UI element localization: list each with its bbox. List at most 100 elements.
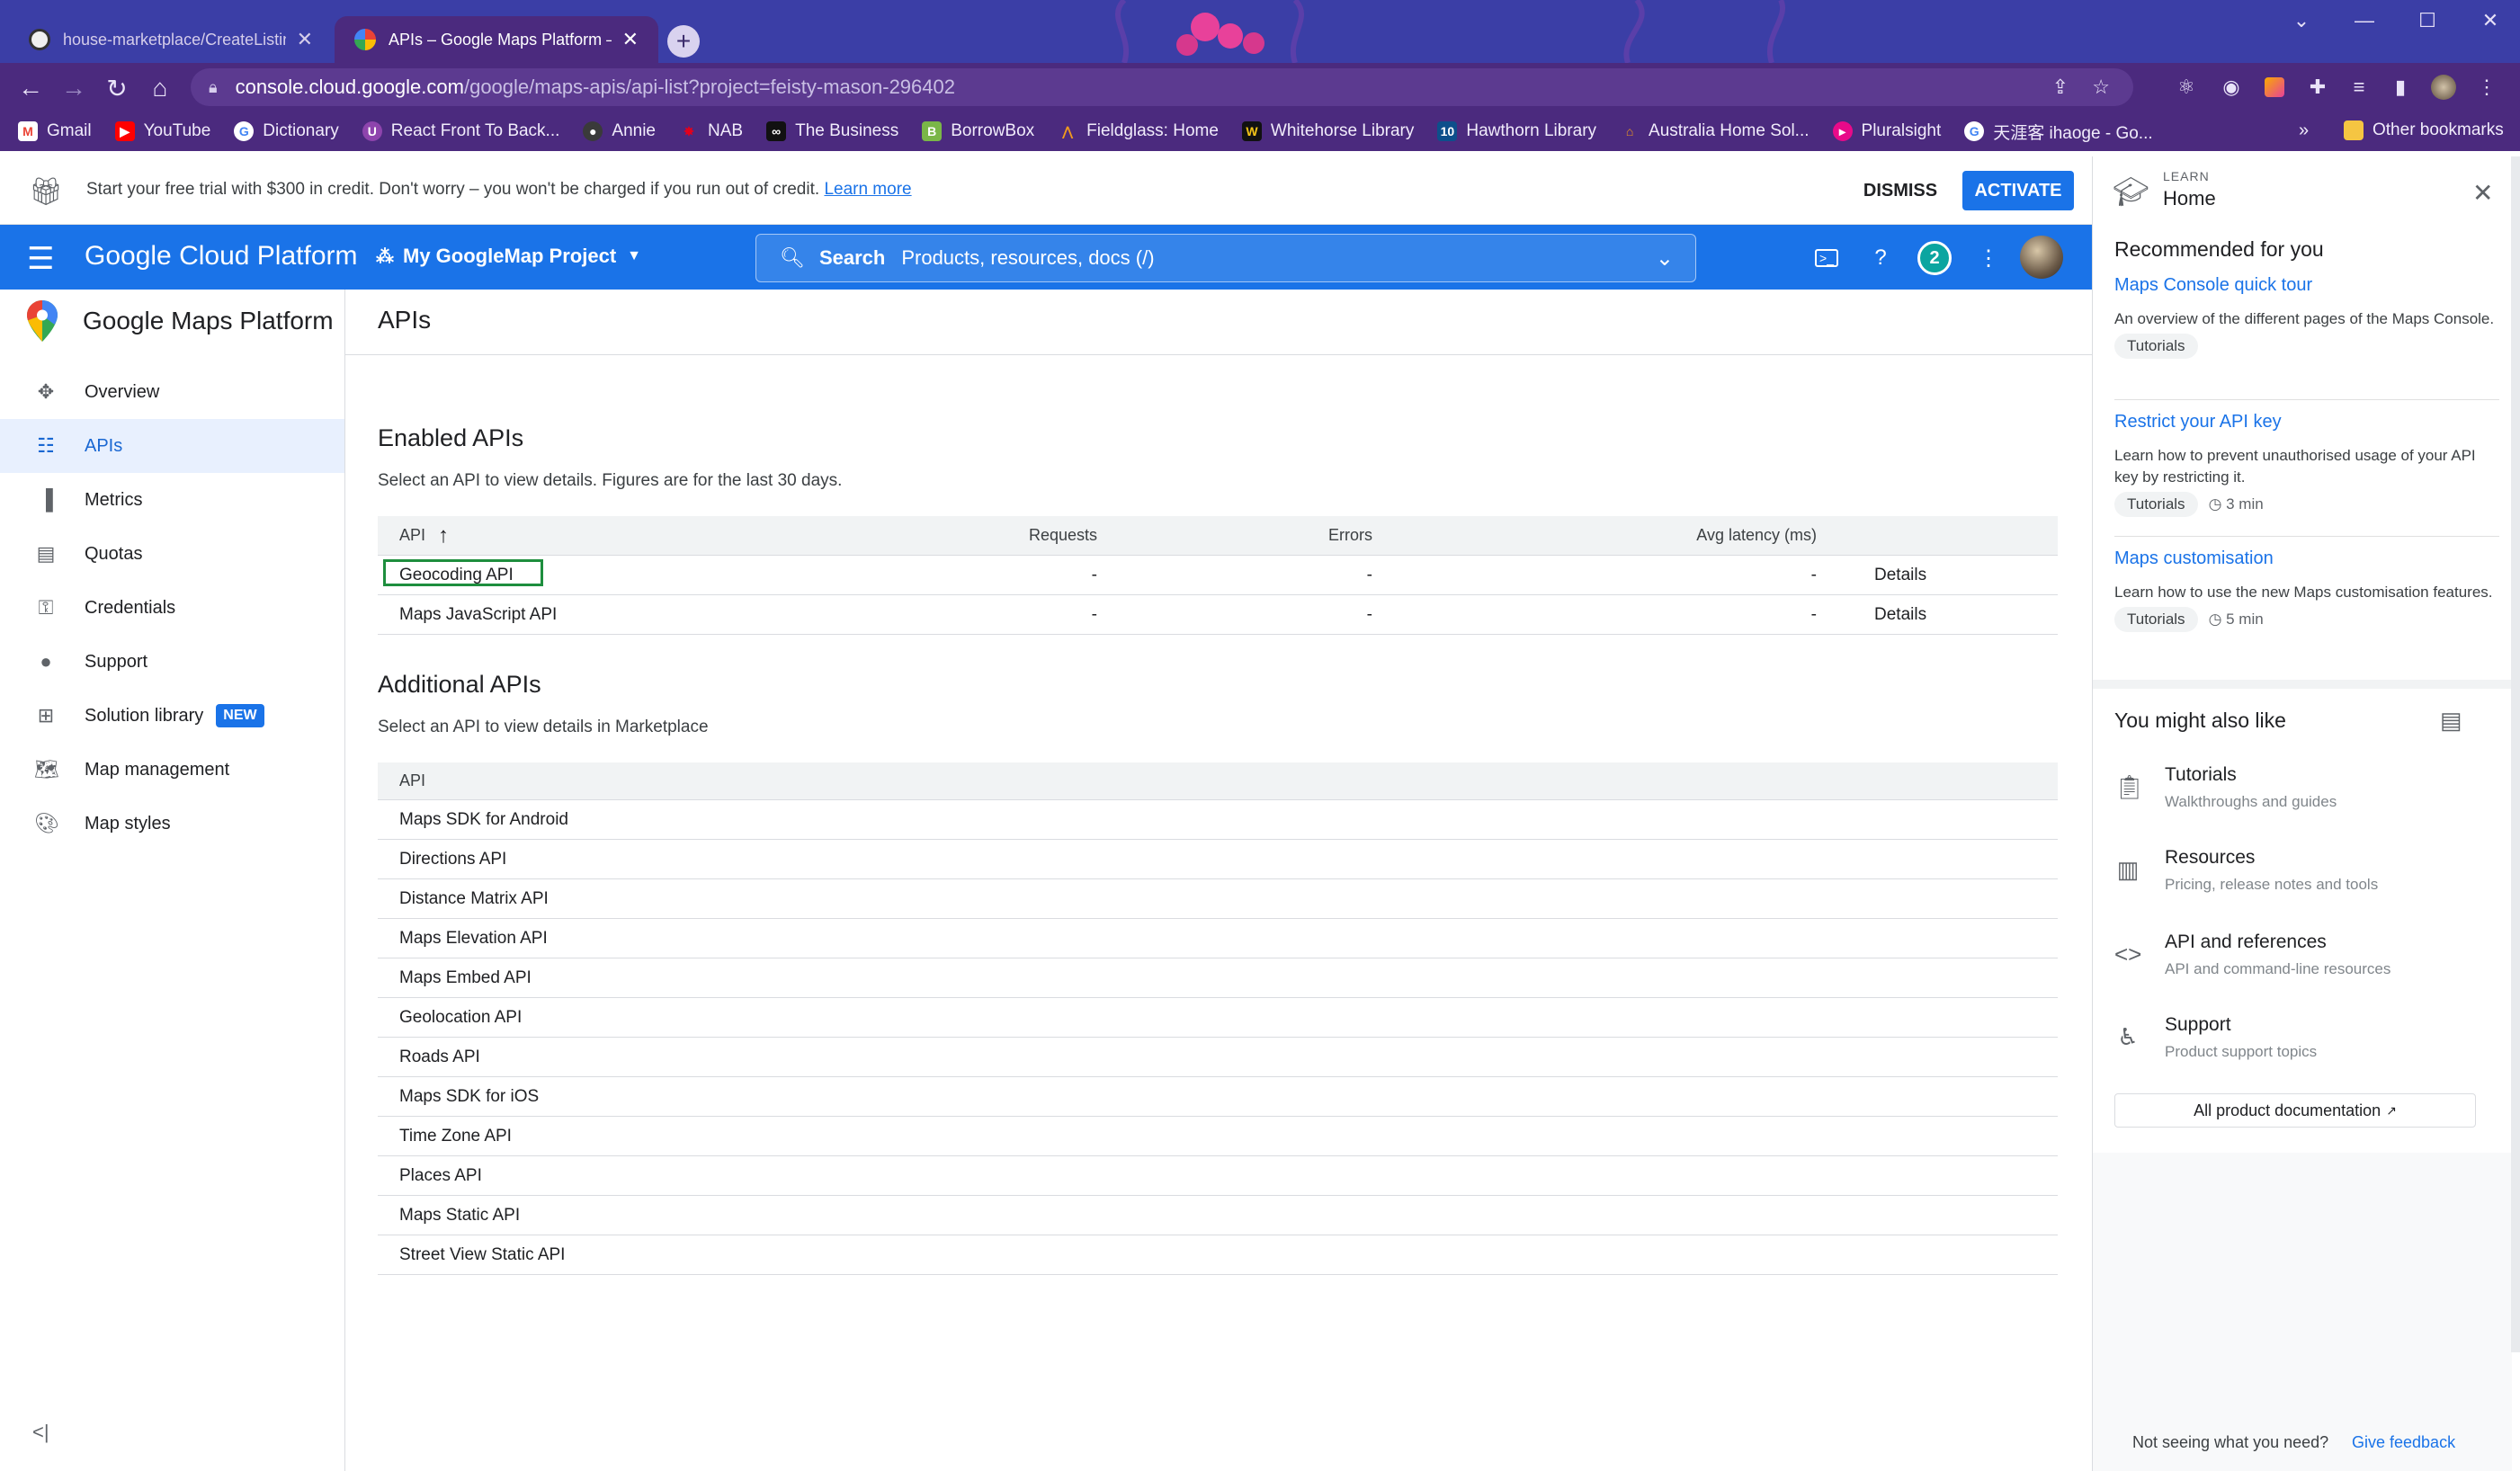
details-link[interactable]: Details [1874,595,1926,634]
sidebar-item-apis[interactable]: ☷ APIs [0,419,344,473]
bookmark-borrowbox[interactable]: B BorrowBox [922,121,1034,141]
api-name-link[interactable]: Maps SDK for iOS [399,1077,539,1116]
table-row[interactable]: Places API [378,1156,2058,1196]
activate-button[interactable]: ACTIVATE [1962,171,2074,210]
maximize-icon[interactable]: ☐ [2396,0,2459,41]
bookmark-dictionary[interactable]: G Dictionary [234,121,339,141]
forward-icon[interactable]: → [56,70,92,106]
extension-record-icon[interactable]: ◉ [2216,72,2247,103]
tab-github[interactable]: house-marketplace/CreateListing. ✕ [9,16,333,63]
api-name-link[interactable]: Places API [399,1156,482,1195]
more-vert-icon[interactable]: ⋮ [1973,243,2004,273]
account-avatar[interactable] [2020,236,2063,279]
recommended-link[interactable]: Maps customisation [2114,548,2498,569]
share-icon[interactable]: ⇪ [2052,76,2069,99]
bookmark-fieldglass[interactable]: ⋀ Fieldglass: Home [1058,121,1219,141]
tab-search-icon[interactable]: ⌄ [2270,0,2333,41]
api-name-link[interactable]: Maps JavaScript API [399,595,557,634]
tab-maps-apis[interactable]: APIs – Google Maps Platform – M ✕ [335,16,658,63]
details-link[interactable]: Details [1874,556,1926,594]
recommended-link[interactable]: Restrict your API key [2114,412,2498,432]
bookmarks-overflow-button[interactable]: » [2299,120,2309,141]
tutorials-chip[interactable]: Tutorials [2114,607,2198,632]
profile-avatar[interactable] [2428,72,2459,103]
sort-ascending-icon[interactable]: ↑ [438,523,449,548]
api-name-link[interactable]: Maps Static API [399,1196,520,1235]
minimize-icon[interactable]: — [2333,0,2396,41]
star-icon[interactable]: ☆ [2092,76,2110,99]
api-name-link[interactable]: Roads API [399,1038,480,1076]
search-input[interactable]: 🔍︎ Search Products, resources, docs (/) … [755,234,1696,282]
new-tab-button[interactable]: + [667,25,700,58]
bookmark-the-business[interactable]: ∞ The Business [766,121,898,141]
api-name-link[interactable]: Distance Matrix API [399,879,549,918]
table-row[interactable]: Street View Static API [378,1235,2058,1275]
bookmark-ihaoge[interactable]: G 天涯客 ihaoge - Go... [1964,120,2153,144]
api-name-link[interactable]: Maps Elevation API [399,919,548,958]
tutorials-chip[interactable]: Tutorials [2114,492,2198,517]
bookmark-react[interactable]: U React Front To Back... [362,121,559,141]
sidebar-item-support[interactable]: ● Support [0,635,344,689]
chevron-down-icon[interactable]: ⌄ [1656,245,1674,272]
bookmark-youtube[interactable]: ▶ YouTube [114,121,210,141]
bookmark-annie[interactable]: ● Annie [583,121,656,141]
table-row[interactable]: Maps Embed API [378,958,2058,998]
notifications-badge[interactable]: 2 [1917,241,1952,275]
help-icon[interactable]: ? [1865,243,1896,273]
address-bar[interactable]: 🔒︎ console.cloud.google.com/google/maps-… [191,68,2133,106]
give-feedback-link[interactable]: Give feedback [2352,1433,2455,1452]
api-name-link[interactable]: Maps Embed API [399,958,532,997]
tutorials-chip[interactable]: Tutorials [2114,334,2198,359]
bookmark-australia-home[interactable]: ⌂ Australia Home Sol... [1620,121,1810,141]
sidebar-item-map-management[interactable]: 🗺︎ Map management [0,743,344,797]
gcp-brand[interactable]: Google Cloud Platform [85,241,358,272]
other-bookmarks-folder[interactable]: Other bookmarks [2344,120,2504,140]
project-selector[interactable]: ⁂ My GoogleMap Project ▼ [376,245,641,268]
learn-more-link[interactable]: Learn more [824,180,911,199]
close-window-icon[interactable]: ✕ [2459,0,2520,41]
sidebar-item-credentials[interactable]: ⚿ Credentials [0,581,344,635]
reload-icon[interactable]: ↻ [99,70,135,106]
close-tab-icon[interactable]: ✕ [297,28,313,51]
extensions-puzzle-icon[interactable]: ✚ [2302,72,2333,103]
table-row[interactable]: Maps Static API [378,1196,2058,1235]
side-panel-icon[interactable]: ▮ [2385,72,2416,103]
also-like-api-references[interactable]: <> API and references API and command-li… [2114,932,2501,994]
table-row[interactable]: Geocoding API - - - Details [378,556,2058,595]
extension-color-icon[interactable] [2259,72,2290,103]
home-icon[interactable]: ⌂ [142,70,178,106]
reading-list-icon[interactable]: ≡ [2344,72,2374,103]
also-like-tutorials[interactable]: 📋︎ Tutorials Walkthroughs and guides [2114,764,2501,827]
bookmark-hawthorn[interactable]: 10 Hawthorn Library [1437,121,1596,141]
api-name-link[interactable]: Time Zone API [399,1117,512,1155]
close-tab-icon[interactable]: ✕ [622,28,639,51]
extension-react-icon[interactable]: ⚛ [2171,72,2202,103]
table-row[interactable]: Directions API [378,840,2058,879]
table-row[interactable]: Time Zone API [378,1117,2058,1156]
sidebar-item-overview[interactable]: ✥ Overview [0,365,344,419]
browser-menu-icon[interactable]: ⋮ [2471,72,2502,103]
table-row[interactable]: Maps SDK for Android [378,800,2058,840]
recommended-link[interactable]: Maps Console quick tour [2114,275,2498,296]
table-row[interactable]: Roads API [378,1038,2058,1077]
sidebar-item-solution-library[interactable]: ⊞ Solution library NEW [0,689,344,743]
hamburger-menu-icon[interactable]: ☰ [27,241,54,277]
column-header-requests[interactable]: Requests [881,516,1097,555]
sidebar-item-quotas[interactable]: ▤ Quotas [0,527,344,581]
collapse-sidebar-icon[interactable]: <| [32,1421,49,1444]
all-product-documentation-button[interactable]: All product documentation ↗ [2114,1093,2476,1128]
bookmark-pluralsight[interactable]: ▸ Pluralsight [1832,121,1941,141]
api-name-link[interactable]: Street View Static API [399,1235,565,1274]
api-name-link[interactable]: Directions API [399,840,506,878]
back-icon[interactable]: ← [13,70,49,106]
api-name-link[interactable]: Geolocation API [399,998,522,1037]
sidebar-item-metrics[interactable]: ▐ Metrics [0,473,344,527]
api-name-link[interactable]: Maps SDK for Android [399,800,568,839]
table-row[interactable]: Geolocation API [378,998,2058,1038]
also-like-resources[interactable]: ▥ Resources Pricing, release notes and t… [2114,847,2501,910]
close-icon[interactable]: ✕ [2472,178,2493,208]
sidebar-item-map-styles[interactable]: 🎨︎ Map styles [0,797,344,851]
bookmark-nab[interactable]: ✸ NAB [679,121,743,141]
also-like-support[interactable]: ♿︎ Support Product support topics [2114,1014,2501,1077]
table-row[interactable]: Distance Matrix API [378,879,2058,919]
